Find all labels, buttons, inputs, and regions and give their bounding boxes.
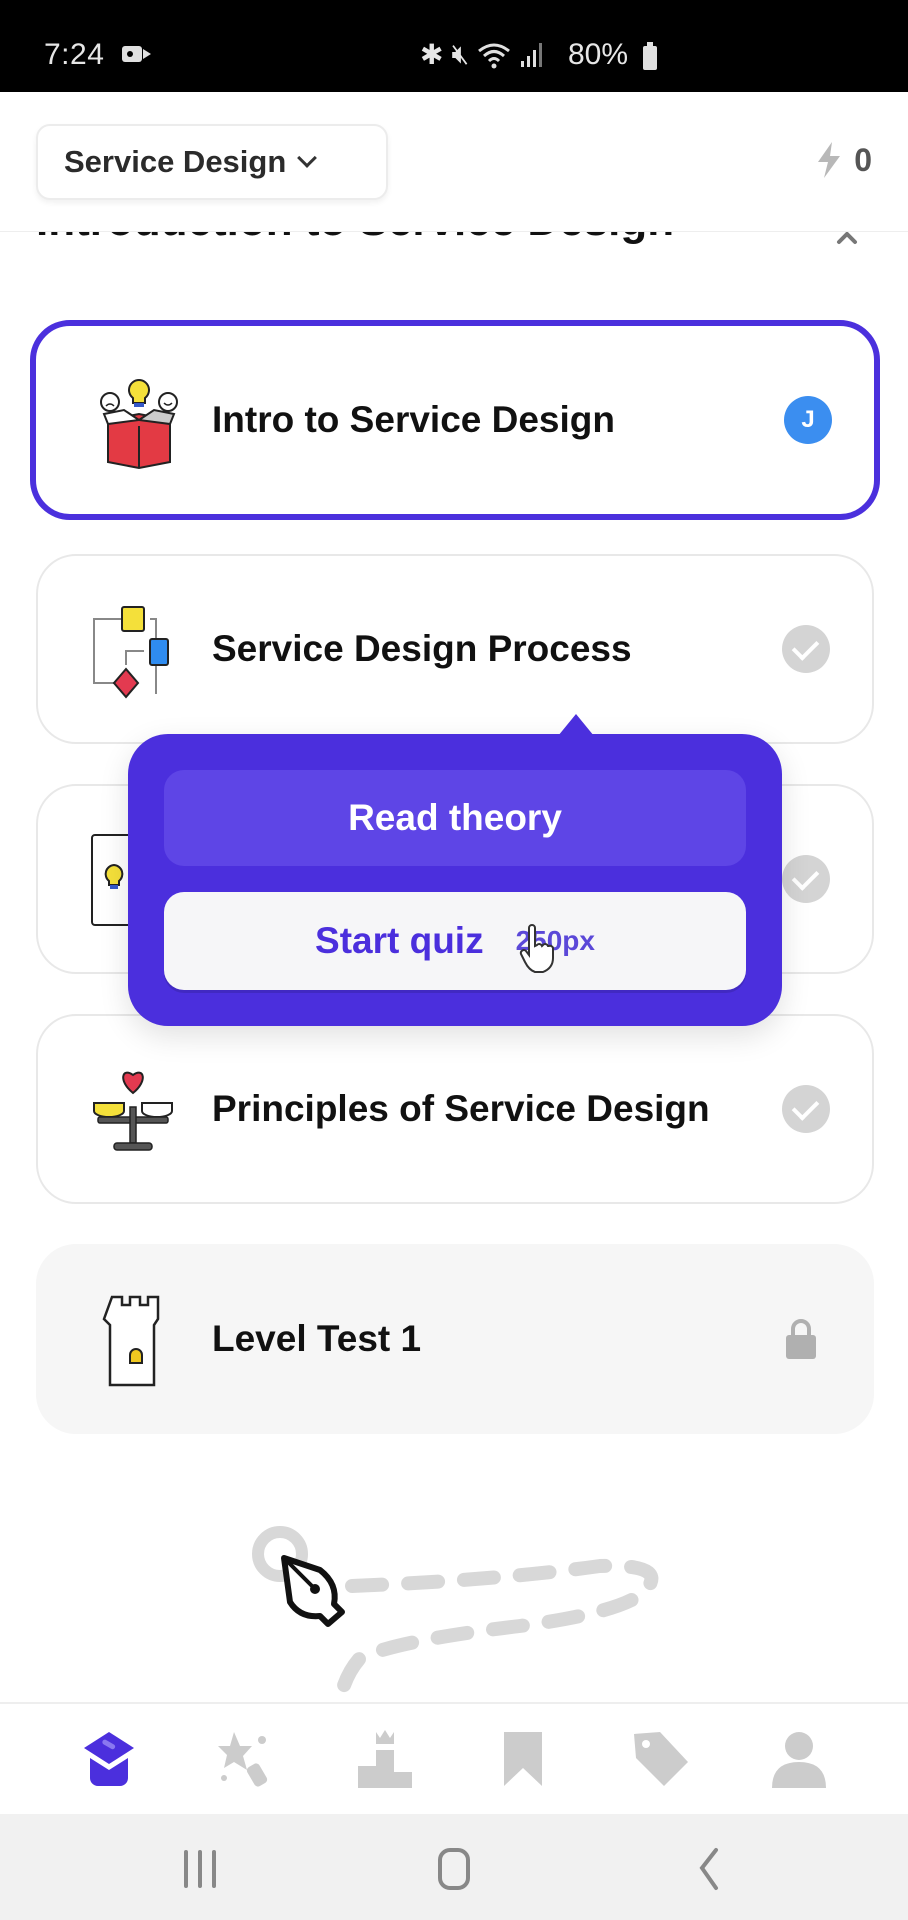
nav-practice[interactable] (212, 1724, 282, 1794)
status-icons: ✱ 🔇︎ (420, 38, 545, 71)
lesson-title: Principles of Service Design (212, 1088, 710, 1129)
status-time: 7:24 (44, 38, 105, 71)
lesson-card-level-test[interactable]: Level Test 1 (36, 1244, 874, 1434)
start-quiz-button[interactable]: Start quiz 250px (164, 892, 746, 990)
hand-cursor-icon (519, 924, 554, 973)
app-header: Service Design 0 (0, 92, 908, 232)
nav-learn[interactable] (74, 1724, 144, 1794)
nav-profile[interactable] (764, 1724, 834, 1794)
lesson-card-process[interactable]: Service Design Process (36, 554, 874, 744)
battery-icon (643, 42, 657, 70)
lesson-card-principles[interactable]: Principles of Service Design (36, 1014, 874, 1204)
system-nav-bar (0, 1814, 908, 1920)
wifi-icon (478, 43, 511, 68)
read-theory-button[interactable]: Read theory (164, 770, 746, 866)
star-magic-icon (218, 1732, 268, 1787)
recent-apps-icon[interactable] (170, 1844, 230, 1894)
course-selector-label: Service Design (64, 144, 287, 179)
flowchart-icon (93, 606, 169, 699)
completed-check-icon (782, 625, 830, 673)
balance-scale-heart-icon (93, 1071, 173, 1151)
energy-count: 0 (854, 141, 872, 178)
nav-saved[interactable] (488, 1724, 558, 1794)
bottom-nav (0, 1702, 908, 1814)
lock-icon (786, 1319, 816, 1359)
lesson-title: Level Test 1 (212, 1318, 422, 1359)
chevron-down-icon (297, 148, 318, 168)
lesson-action-popup: Read theory Start quiz 250px (128, 714, 782, 1026)
bookmark-icon (504, 1732, 542, 1786)
signal-icon (521, 42, 543, 67)
lightning-icon (818, 142, 841, 178)
course-selector[interactable]: Service Design (36, 124, 388, 200)
lesson-title: Intro to Service Design (212, 399, 615, 440)
lesson-card-intro[interactable]: Intro to Service Design J (30, 320, 880, 520)
nav-leaderboard[interactable] (350, 1724, 420, 1794)
path-decoration (252, 1526, 659, 1700)
video-record-icon (122, 46, 142, 62)
pen-nib-icon (281, 1555, 345, 1627)
back-icon[interactable] (680, 1844, 740, 1894)
nav-offers[interactable] (626, 1724, 696, 1794)
mute-icon: 🔇︎ (451, 38, 470, 69)
user-icon (772, 1732, 826, 1788)
battery-percent: 80% (568, 38, 629, 71)
start-quiz-label: Start quiz (315, 920, 484, 961)
castle-tower-icon (102, 1295, 160, 1387)
popup-arrow (558, 714, 594, 736)
graduation-cap-icon (84, 1732, 134, 1786)
bluetooth-icon: ✱ (420, 39, 444, 70)
home-icon[interactable] (424, 1844, 484, 1894)
user-avatar: J (784, 396, 832, 444)
status-bar: 7:24 ✱ 🔇︎ 80% (0, 0, 908, 92)
completed-check-icon (782, 1085, 830, 1133)
energy-counter[interactable]: 0 (814, 140, 872, 180)
idea-box-icon (100, 378, 178, 470)
lesson-title: Service Design Process (212, 628, 632, 669)
tag-icon (634, 1732, 688, 1786)
podium-icon (358, 1730, 412, 1788)
completed-check-icon (782, 855, 830, 903)
